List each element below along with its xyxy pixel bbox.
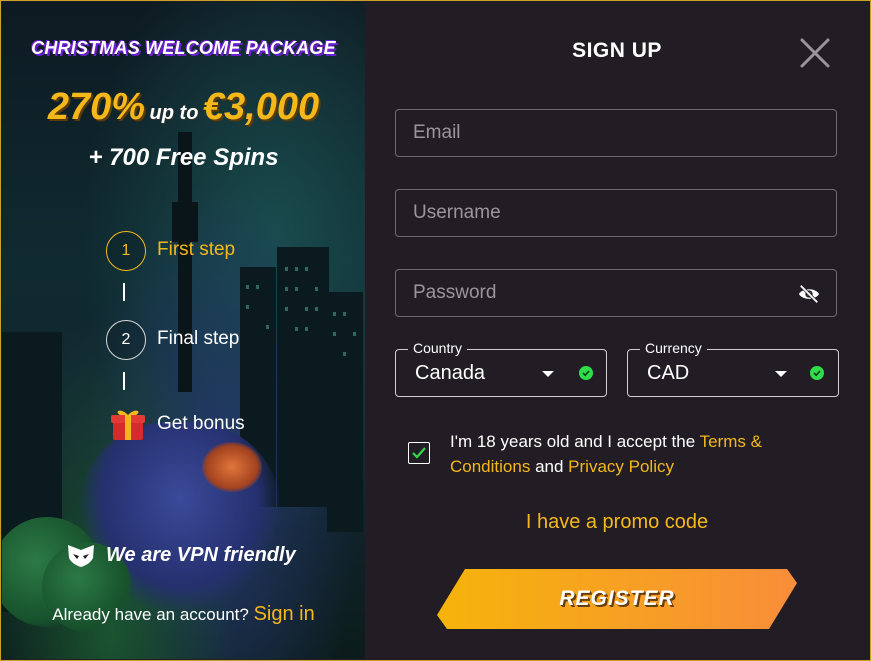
close-icon[interactable] [799,37,831,69]
offer-amount: €3,000 [202,86,320,128]
tower-silhouette [172,202,198,242]
promo-free-spins: + 700 Free Spins [88,144,279,171]
already-account: Already have an account? Sign in [2,603,365,626]
promo-panel: CHRISTMAS WELCOME PACKAGE 270% up to €3,… [2,2,365,659]
password-input[interactable] [396,270,836,316]
country-label: Country [408,340,468,356]
email-input[interactable] [396,110,836,156]
terms-checkbox[interactable] [408,442,430,464]
terms-and: and [535,457,564,476]
register-label: REGISTER [559,587,675,610]
chevron-down-icon[interactable] [542,371,554,377]
promo-code-link[interactable]: I have a promo code [395,511,839,534]
terms-text: I'm 18 years old and I accept the Terms … [450,429,830,479]
promo-title: CHRISTMAS WELCOME PACKAGE [31,38,336,58]
form-title: SIGN UP [572,39,662,62]
vpn-text: We are VPN friendly [106,543,296,566]
currency-label: Currency [640,340,707,356]
username-field [395,189,837,237]
offer-percent: 270% [47,86,146,128]
signin-link[interactable]: Sign in [254,603,315,625]
step-1-label: First step [157,239,236,260]
eye-slash-icon[interactable] [798,283,820,305]
username-input[interactable] [396,190,836,236]
step-2-label: Final step [157,328,240,349]
signup-modal: CHRISTMAS WELCOME PACKAGE 270% up to €3,… [0,0,871,661]
mask-icon [68,545,94,567]
country-select[interactable]: Country Canada [395,340,607,397]
vpn-notice: We are VPN friendly [66,542,296,568]
step-1-indicator: 1 [106,231,146,271]
building-silhouette [327,292,363,532]
step-connector [123,283,125,301]
checkmark-icon [412,447,426,459]
check-valid-icon [810,366,824,380]
already-account-text: Already have an account? [52,605,249,624]
country-value: Canada [415,362,486,384]
chevron-down-icon[interactable] [775,371,787,377]
gorilla-face-illustration [202,442,262,492]
step-connector [123,372,125,390]
register-button[interactable]: REGISTER [437,569,797,629]
privacy-link[interactable]: Privacy Policy [568,457,674,476]
currency-select[interactable]: Currency CAD [627,340,839,397]
terms-prefix: I'm 18 years old and I accept the [450,432,696,451]
email-field [395,109,837,157]
currency-value: CAD [647,362,690,384]
bonus-label: Get bonus [157,413,245,434]
step-2-indicator: 2 [106,320,146,360]
check-valid-icon [579,366,593,380]
password-field [395,269,837,317]
building-silhouette [277,247,329,507]
offer-upto: up to [149,102,199,124]
promo-offer: 270% up to €3,000 [2,86,365,129]
gift-icon [111,410,145,440]
